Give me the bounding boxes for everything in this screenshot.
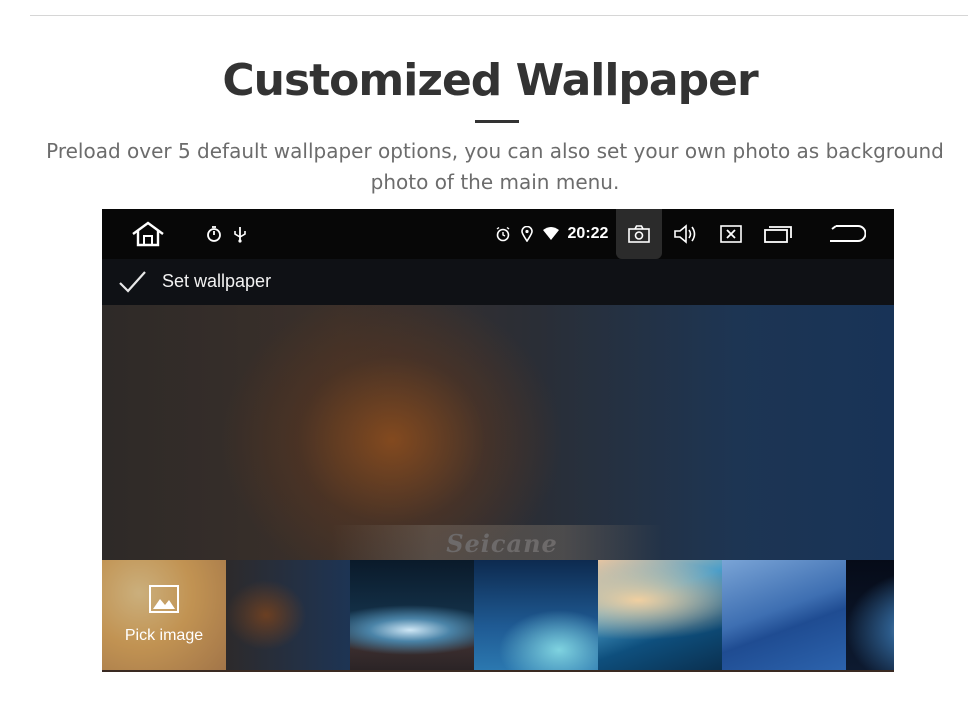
device-screen: 20:22 Set wallpaper Seicane Pick image	[102, 209, 894, 672]
screen-bottom-edge	[102, 670, 894, 672]
wallpaper-thumbnail[interactable]	[846, 560, 894, 670]
volume-icon[interactable]	[668, 209, 702, 259]
pick-image-label: Pick image	[124, 627, 204, 644]
wallpaper-thumbnail[interactable]	[226, 560, 350, 670]
location-icon	[517, 209, 537, 259]
wallpaper-thumbnail[interactable]	[474, 560, 598, 670]
stopwatch-icon	[203, 209, 225, 259]
page-title: Customized Wallpaper	[222, 55, 758, 106]
screenshot-camera-button[interactable]	[616, 209, 662, 259]
status-bar: 20:22	[102, 209, 894, 259]
image-icon	[148, 584, 180, 619]
top-divider	[30, 15, 968, 16]
action-bar: Set wallpaper	[102, 259, 894, 305]
pick-image-thumbnail[interactable]: Pick image	[102, 560, 226, 670]
wallpaper-preview	[102, 305, 894, 560]
page-subtitle: Preload over 5 default wallpaper options…	[46, 139, 944, 194]
wallpaper-thumbnail[interactable]	[598, 560, 722, 670]
home-icon[interactable]	[126, 209, 170, 259]
usb-icon	[230, 209, 250, 259]
alarm-icon	[492, 209, 514, 259]
wallpaper-thumbnails: Pick image	[102, 560, 894, 672]
wallpaper-thumbnail[interactable]	[350, 560, 474, 670]
recent-apps-icon[interactable]	[760, 209, 796, 259]
watermark-logo: Seicane	[446, 529, 558, 558]
back-icon[interactable]	[824, 209, 870, 259]
wallpaper-thumbnail[interactable]	[722, 560, 846, 670]
camera-icon	[628, 225, 650, 243]
set-wallpaper-label: Set wallpaper	[162, 271, 272, 291]
status-clock: 20:22	[567, 225, 609, 242]
title-underline	[475, 120, 519, 123]
wifi-icon	[540, 209, 562, 259]
close-box-icon[interactable]	[714, 209, 748, 259]
checkmark-icon	[119, 271, 146, 293]
